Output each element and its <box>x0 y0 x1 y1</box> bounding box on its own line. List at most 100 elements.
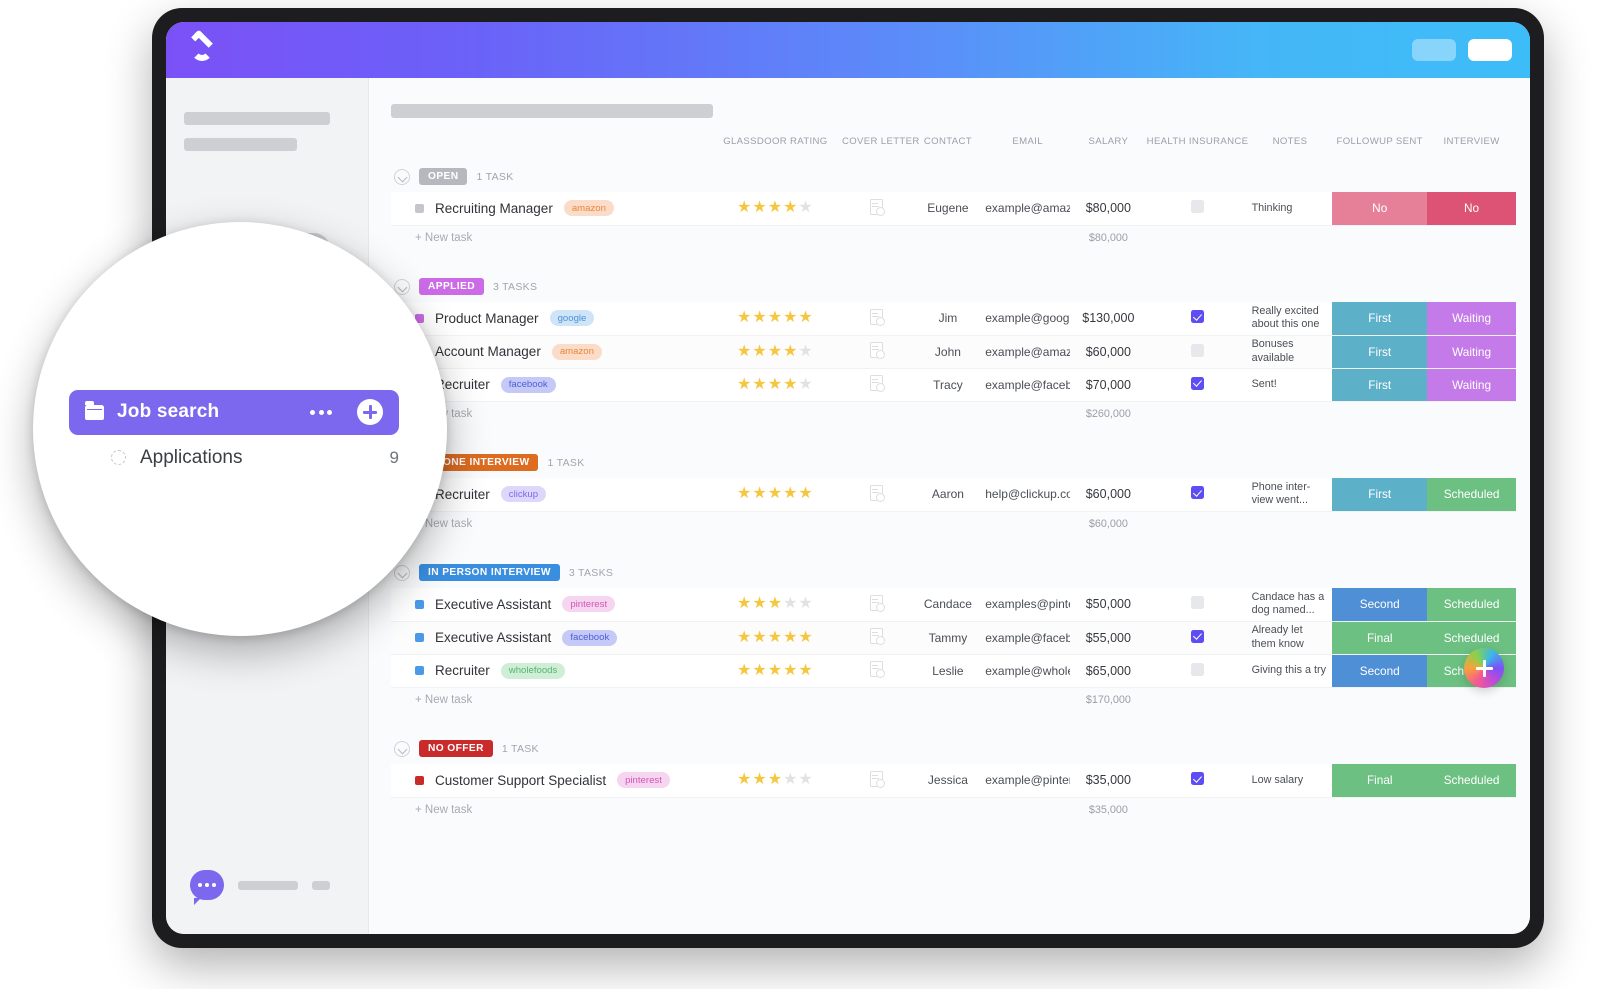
add-new-task-button[interactable]: + New task <box>391 225 709 251</box>
cell-cover-letter[interactable] <box>841 192 911 226</box>
cell-salary[interactable]: $55,000 <box>1070 621 1147 655</box>
cell-followup-sent[interactable]: Second <box>1332 588 1428 622</box>
cell-salary[interactable]: $60,000 <box>1070 335 1147 369</box>
cell-followup-sent[interactable]: Second <box>1332 654 1428 688</box>
cell-email[interactable]: example@facebook.com <box>985 368 1070 402</box>
add-new-task-button[interactable]: + New task <box>391 687 709 713</box>
cell-email[interactable]: example@google.com <box>985 302 1070 336</box>
health-insurance-checkbox[interactable] <box>1190 343 1204 357</box>
cell-cover-letter[interactable] <box>841 302 911 336</box>
column-header-health-insurance[interactable]: HEALTH INSURANCE <box>1147 136 1248 157</box>
cell-task[interactable]: Executive Assistant pinterest <box>391 588 709 622</box>
health-insurance-checkbox[interactable] <box>1190 629 1204 643</box>
cell-glassdoor-rating[interactable]: ★★★★★ <box>708 335 842 369</box>
health-insurance-checkbox[interactable] <box>1190 310 1204 324</box>
group-status-badge[interactable]: APPLIED <box>419 278 484 295</box>
cell-health-insurance[interactable] <box>1146 335 1248 369</box>
cell-notes[interactable]: Bonuses available <box>1247 335 1333 369</box>
document-attachment-icon[interactable] <box>869 594 885 612</box>
column-header-email[interactable]: EMAIL <box>985 136 1070 157</box>
cell-followup-sent[interactable]: First <box>1332 478 1428 512</box>
add-list-icon[interactable] <box>357 399 383 425</box>
cell-interview[interactable]: Waiting <box>1427 335 1516 369</box>
cell-cover-letter[interactable] <box>841 368 911 402</box>
cell-interview[interactable]: Scheduled <box>1427 764 1516 798</box>
table-row[interactable]: Account Manager amazon ★★★★★ John example@am… <box>391 335 1516 369</box>
cell-glassdoor-rating[interactable]: ★★★★★ <box>708 621 842 655</box>
table-row[interactable]: Executive Assistant pinterest ★★★★★ Candace… <box>391 588 1516 622</box>
collapse-group-icon[interactable] <box>394 168 410 185</box>
company-tag[interactable]: facebook <box>562 629 618 646</box>
company-tag[interactable]: clickup <box>500 486 547 503</box>
column-header-contact[interactable]: CONTACT <box>911 136 986 157</box>
cell-contact[interactable]: John <box>910 335 986 369</box>
company-tag[interactable]: facebook <box>500 376 556 393</box>
cell-email[interactable]: help@clickup.com <box>985 478 1070 512</box>
cell-health-insurance[interactable] <box>1146 764 1248 798</box>
cell-followup-sent[interactable]: No <box>1332 192 1428 226</box>
cell-contact[interactable]: Candace <box>910 588 986 622</box>
cell-cover-letter[interactable] <box>841 588 911 622</box>
company-tag[interactable]: google <box>549 310 595 327</box>
cell-glassdoor-rating[interactable]: ★★★★★ <box>708 588 842 622</box>
cell-email[interactable]: example@amazon.com <box>985 192 1070 226</box>
document-attachment-icon[interactable] <box>869 308 885 326</box>
cell-cover-letter[interactable] <box>841 478 911 512</box>
cell-followup-sent[interactable]: Final <box>1332 764 1428 798</box>
collapse-group-icon[interactable] <box>394 564 410 581</box>
cell-contact[interactable]: Jim <box>910 302 986 336</box>
table-row[interactable]: Product Manager google ★★★★★ Jim example@goo… <box>391 302 1516 336</box>
column-header-task[interactable] <box>391 136 709 157</box>
column-header-cover-letter[interactable]: COVER LETTER <box>842 136 919 157</box>
document-attachment-icon[interactable] <box>869 628 885 645</box>
cell-followup-sent[interactable]: First <box>1332 335 1428 369</box>
column-header-salary[interactable]: SALARY <box>1070 136 1147 157</box>
sidebar-item-applications[interactable]: Applications 9 <box>69 447 399 469</box>
cell-cover-letter[interactable] <box>841 621 911 655</box>
company-tag[interactable]: pinterest <box>617 772 670 789</box>
cell-health-insurance[interactable] <box>1146 302 1248 336</box>
health-insurance-checkbox[interactable] <box>1190 376 1204 390</box>
create-new-fab[interactable] <box>1464 648 1504 688</box>
cell-salary[interactable]: $50,000 <box>1070 588 1147 622</box>
document-attachment-icon[interactable] <box>869 484 885 502</box>
cell-contact[interactable]: Aaron <box>910 478 986 512</box>
cell-task[interactable]: Executive Assistant facebook <box>391 621 709 655</box>
cell-interview[interactable]: Scheduled <box>1427 588 1516 622</box>
column-header-followup-sent[interactable]: FOLLOWUP SENT <box>1332 136 1427 157</box>
company-tag[interactable]: wholefoods <box>500 662 566 679</box>
table-row[interactable]: Recruiting Manager amazon ★★★★★ Eugene examp… <box>391 192 1516 226</box>
sidebar-item-job-search[interactable]: Job search <box>69 389 399 435</box>
cell-glassdoor-rating[interactable]: ★★★★★ <box>708 368 842 402</box>
cell-glassdoor-rating[interactable]: ★★★★★ <box>708 654 842 688</box>
add-new-task-button[interactable]: + New task <box>391 511 709 537</box>
cell-followup-sent[interactable]: First <box>1332 302 1428 336</box>
cell-contact[interactable]: Leslie <box>910 654 986 688</box>
cell-task[interactable]: Account Manager amazon <box>391 335 709 369</box>
cell-health-insurance[interactable] <box>1146 654 1248 688</box>
collapse-group-icon[interactable] <box>394 740 410 757</box>
cell-interview[interactable]: Scheduled <box>1427 621 1516 655</box>
topbar-placeholder-button-1[interactable] <box>1412 39 1456 61</box>
cell-glassdoor-rating[interactable]: ★★★★★ <box>708 302 842 336</box>
cell-notes[interactable]: Low salary <box>1247 764 1333 798</box>
health-insurance-checkbox[interactable] <box>1190 200 1204 214</box>
column-header-interview[interactable]: INTERVIEW <box>1427 136 1516 157</box>
column-header-glassdoor-rating[interactable]: GLASSDOOR RATING <box>709 136 842 157</box>
cell-task[interactable]: Customer Support Specialist pinterest <box>391 764 709 798</box>
collapse-group-icon[interactable] <box>394 278 410 295</box>
cell-salary[interactable]: $80,000 <box>1070 192 1147 226</box>
cell-followup-sent[interactable]: First <box>1332 368 1428 402</box>
document-attachment-icon[interactable] <box>869 342 885 359</box>
cell-salary[interactable]: $35,000 <box>1070 764 1147 798</box>
cell-interview[interactable]: Scheduled <box>1427 478 1516 512</box>
table-row[interactable]: Recruiterfacebook★★★★★Tracyexample@faceb… <box>391 368 1516 402</box>
cell-email[interactable]: examples@pinterest.com <box>985 588 1070 622</box>
company-tag[interactable]: pinterest <box>562 596 616 613</box>
cell-notes[interactable]: Thinking <box>1247 192 1333 226</box>
cell-notes[interactable]: Sent! <box>1247 368 1333 402</box>
cell-notes[interactable]: Phone inter-view went... <box>1247 478 1333 512</box>
cell-email[interactable]: example@facebook.com <box>985 621 1070 655</box>
add-new-task-button[interactable]: + New task <box>391 797 709 823</box>
health-insurance-checkbox[interactable] <box>1190 596 1204 610</box>
